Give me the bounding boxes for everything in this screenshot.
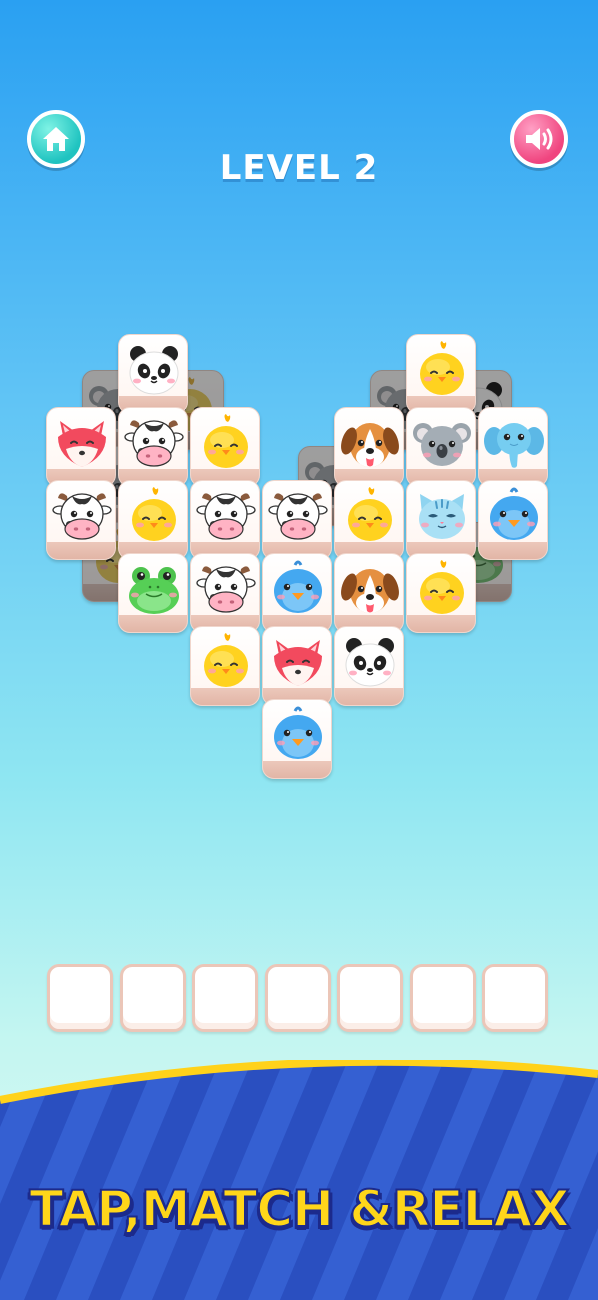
tile-fox[interactable] [262, 626, 332, 706]
empty-slot [482, 964, 548, 1032]
cow-icon [124, 420, 184, 467]
tile-dog[interactable] [334, 407, 404, 487]
tile-bird[interactable] [478, 480, 548, 560]
slot-tray [47, 964, 551, 1034]
game-screen: LEVEL 2 TAP,MATCH &RELAX [0, 0, 598, 1300]
empty-slot [264, 964, 331, 1032]
tile-cow[interactable] [190, 553, 260, 633]
tile-board [0, 0, 598, 800]
chick-icon [204, 414, 248, 468]
tile-panda[interactable] [118, 334, 188, 414]
tile-panda[interactable] [334, 626, 404, 706]
tile-cat[interactable] [406, 480, 476, 560]
cat-icon [419, 494, 465, 539]
tile-fox[interactable] [46, 407, 116, 487]
chick-icon [348, 487, 392, 541]
dog-icon [341, 569, 399, 613]
dog-icon [341, 423, 399, 467]
tile-dog[interactable] [334, 553, 404, 633]
tile-bird[interactable] [262, 699, 332, 779]
chick-icon [420, 341, 464, 395]
cow-icon [196, 493, 256, 540]
fox-icon [58, 421, 106, 467]
cow-icon [52, 493, 112, 540]
tile-elephant[interactable] [478, 407, 548, 487]
empty-slot [337, 964, 403, 1032]
tile-cow[interactable] [46, 480, 116, 560]
cow-icon [196, 566, 256, 613]
empty-slot [119, 964, 186, 1032]
bird-icon [274, 560, 322, 613]
cow-icon [268, 493, 328, 540]
bird-icon [490, 487, 538, 540]
bird-icon [274, 706, 322, 759]
chick-icon [420, 560, 464, 614]
tagline: TAP,MATCH &RELAX [28, 1179, 570, 1239]
tile-koala[interactable] [406, 407, 476, 487]
empty-slot [192, 964, 258, 1032]
tile-chick[interactable] [190, 407, 260, 487]
chick-icon [204, 633, 248, 687]
tile-chick[interactable] [190, 626, 260, 706]
empty-slot [47, 964, 113, 1032]
tile-cow[interactable] [262, 480, 332, 560]
empty-slot [409, 964, 476, 1032]
koala-icon [413, 423, 471, 466]
panda-icon [345, 638, 395, 687]
elephant-icon [484, 423, 544, 468]
chick-icon [132, 487, 176, 541]
tile-cow[interactable] [190, 480, 260, 560]
panda-icon [129, 346, 179, 395]
tile-chick[interactable] [406, 334, 476, 414]
tile-chick[interactable] [334, 480, 404, 560]
tile-chick[interactable] [406, 553, 476, 633]
fox-icon [274, 640, 322, 686]
frog-icon [129, 567, 179, 614]
tile-chick[interactable] [118, 480, 188, 560]
tile-bird[interactable] [262, 553, 332, 633]
tile-cow[interactable] [118, 407, 188, 487]
tile-frog[interactable] [118, 553, 188, 633]
